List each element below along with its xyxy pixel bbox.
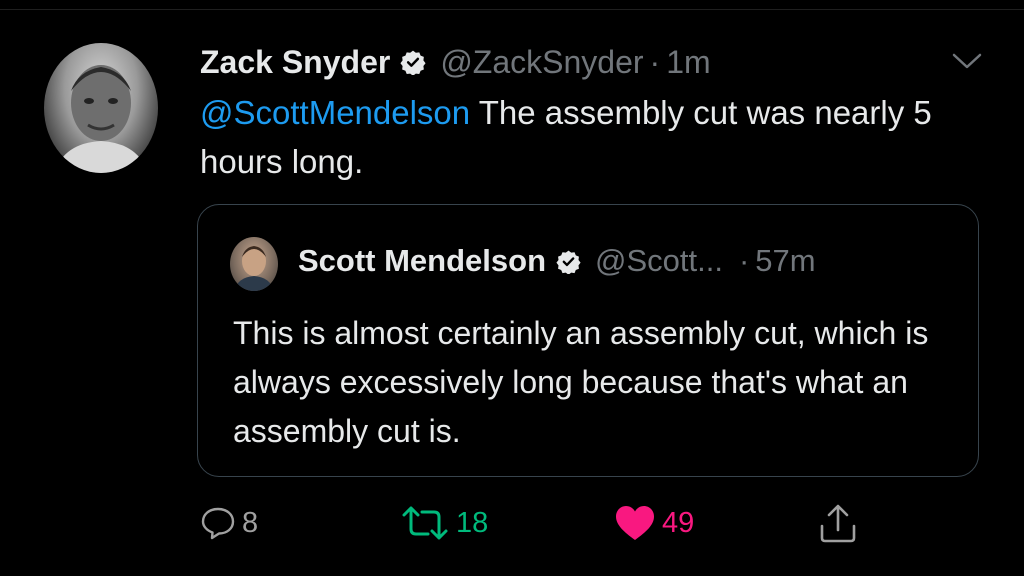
quoted-tweet-header: Scott Mendelson @Scott... · 57m xyxy=(298,243,816,279)
reply-icon xyxy=(201,507,235,540)
quoted-tweet-timestamp: 57m xyxy=(755,243,816,278)
share-button[interactable] xyxy=(818,500,858,546)
quoted-author-name: Scott Mendelson xyxy=(298,243,547,278)
quoted-tweet-card[interactable]: Scott Mendelson @Scott... · 57m This is … xyxy=(197,204,979,477)
retweet-button[interactable]: 18 xyxy=(400,500,488,546)
retweet-icon xyxy=(402,506,448,540)
heart-icon xyxy=(616,506,654,540)
like-button[interactable]: 49 xyxy=(614,500,694,546)
quoted-tweet-text: This is almost certainly an assembly cut… xyxy=(233,315,929,449)
tweet-header: Zack Snyder @ZackSnyder · 1m xyxy=(200,40,711,84)
author-name[interactable]: Zack Snyder xyxy=(200,44,390,81)
share-icon xyxy=(820,504,856,543)
tweet-body: @ScottMendelson The assembly cut was nea… xyxy=(200,88,960,186)
like-count: 49 xyxy=(662,506,695,539)
chevron-down-icon[interactable] xyxy=(950,50,984,72)
tweet-actions-bar: 8 18 49 xyxy=(0,500,1024,550)
avatar-portrait xyxy=(54,65,148,173)
quoted-avatar-portrait xyxy=(234,246,274,291)
quoted-author-handle: @Scott... xyxy=(595,243,723,278)
verified-badge-icon xyxy=(400,50,426,75)
quoted-author-avatar xyxy=(230,237,278,291)
mention-link[interactable]: @ScottMendelson xyxy=(200,94,470,131)
top-divider xyxy=(0,9,1024,10)
author-avatar[interactable] xyxy=(44,43,158,173)
reply-count: 8 xyxy=(242,506,259,539)
reply-button[interactable]: 8 xyxy=(200,500,258,546)
verified-badge-icon xyxy=(556,250,581,274)
tweet-timestamp[interactable]: 1m xyxy=(666,44,710,81)
author-handle[interactable]: @ZackSnyder xyxy=(440,44,643,81)
quoted-separator-dot: · xyxy=(738,243,750,278)
separator-dot: · xyxy=(649,43,661,80)
retweet-count: 18 xyxy=(456,506,489,539)
